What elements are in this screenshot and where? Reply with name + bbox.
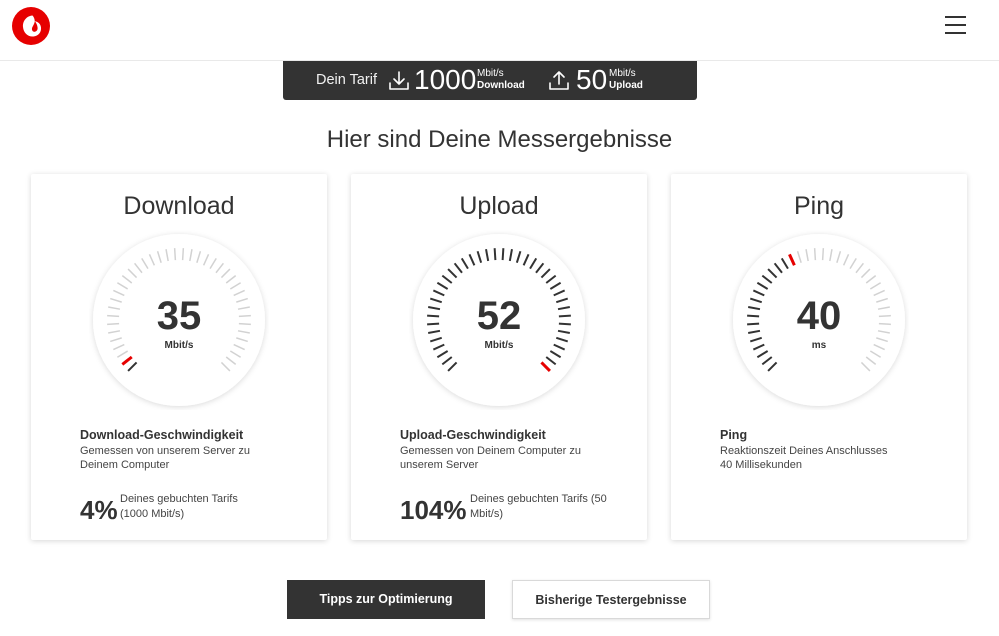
gauge-tick [173, 248, 177, 261]
upload-percent: 104% [400, 495, 467, 525]
upload-value: 52 [476, 294, 522, 338]
ping-card-title: Ping [793, 192, 845, 220]
upload-desc-text: Gemessen von Deinem Computer zu unserem … [400, 445, 581, 471]
header-bar [0, 0, 999, 61]
upload-desc-title: Upload-Geschwindigkeit [400, 428, 546, 442]
download-value: 35 [156, 294, 202, 338]
tariff-upload-unit: Mbit/s [609, 68, 636, 79]
tariff-download-label: Download [477, 80, 525, 91]
page-title: Hier sind Deine Messergebnisse [326, 126, 673, 153]
tariff-download-unit: Mbit/s [477, 68, 504, 79]
tariff-upload-label: Upload [609, 80, 643, 91]
download-unit: Mbit/s [164, 340, 194, 351]
upload-unit: Mbit/s [484, 340, 514, 351]
gauge-tick [821, 248, 825, 261]
ping-card: Ping 40 ms Ping Reaktionszeit Deines Ans… [671, 174, 967, 540]
download-arrow-icon [389, 71, 409, 90]
ping-gauge: 40 ms [729, 230, 909, 410]
ping-desc-title: Ping [720, 428, 748, 442]
gauge-tick [813, 248, 817, 261]
download-card: Download 35 Mbit/s Download-Geschwindigk… [31, 174, 327, 540]
upload-arrow-icon [549, 71, 569, 90]
download-card-title: Download [123, 192, 235, 220]
tariff-bar: Dein Tarif 1000 Mbit/s Download 50 Mbit/… [283, 61, 697, 100]
download-desc-title: Download-Geschwindigkeit [80, 428, 244, 442]
download-percent: 4% [80, 495, 118, 525]
ping-value: 40 [796, 294, 842, 338]
download-percent-text: Deines gebuchten Tarifs (1000 Mbit/s) [120, 493, 238, 520]
tariff-label: Dein Tarif [316, 72, 377, 88]
tariff-upload-value: 50 [576, 64, 608, 95]
ping-desc-text: Reaktionszeit Deines Anschlusses 40 Mill… [720, 445, 888, 471]
upload-description: Upload-Geschwindigkeit Gemessen von Dein… [400, 428, 630, 472]
previous-results-button[interactable]: Bisherige Testergebnisse [512, 580, 710, 619]
download-description: Download-Geschwindigkeit Gemessen von un… [80, 428, 310, 472]
ping-unit: ms [811, 340, 827, 351]
upload-percent-text: Deines gebuchten Tarifs (50 Mbit/s) [470, 493, 607, 520]
ping-description: Ping Reaktionszeit Deines Anschlusses 40… [720, 428, 950, 472]
gauge-tick [501, 248, 505, 261]
vodafone-logo-icon[interactable] [12, 7, 50, 45]
upload-card-title: Upload [459, 192, 539, 220]
tariff-download-value: 1000 [414, 64, 477, 95]
gauge-tick [493, 248, 497, 261]
upload-card: Upload 52 Mbit/s Upload-Geschwindigkeit … [351, 174, 647, 540]
download-gauge: 35 Mbit/s [89, 230, 269, 410]
download-desc-text: Gemessen von unserem Server zu Deinem Co… [80, 445, 250, 471]
gauge-tick [181, 248, 185, 261]
optimization-tips-button[interactable]: Tipps zur Optimierung [287, 580, 485, 619]
hamburger-menu-icon[interactable] [944, 14, 968, 36]
upload-gauge: 52 Mbit/s [409, 230, 589, 410]
